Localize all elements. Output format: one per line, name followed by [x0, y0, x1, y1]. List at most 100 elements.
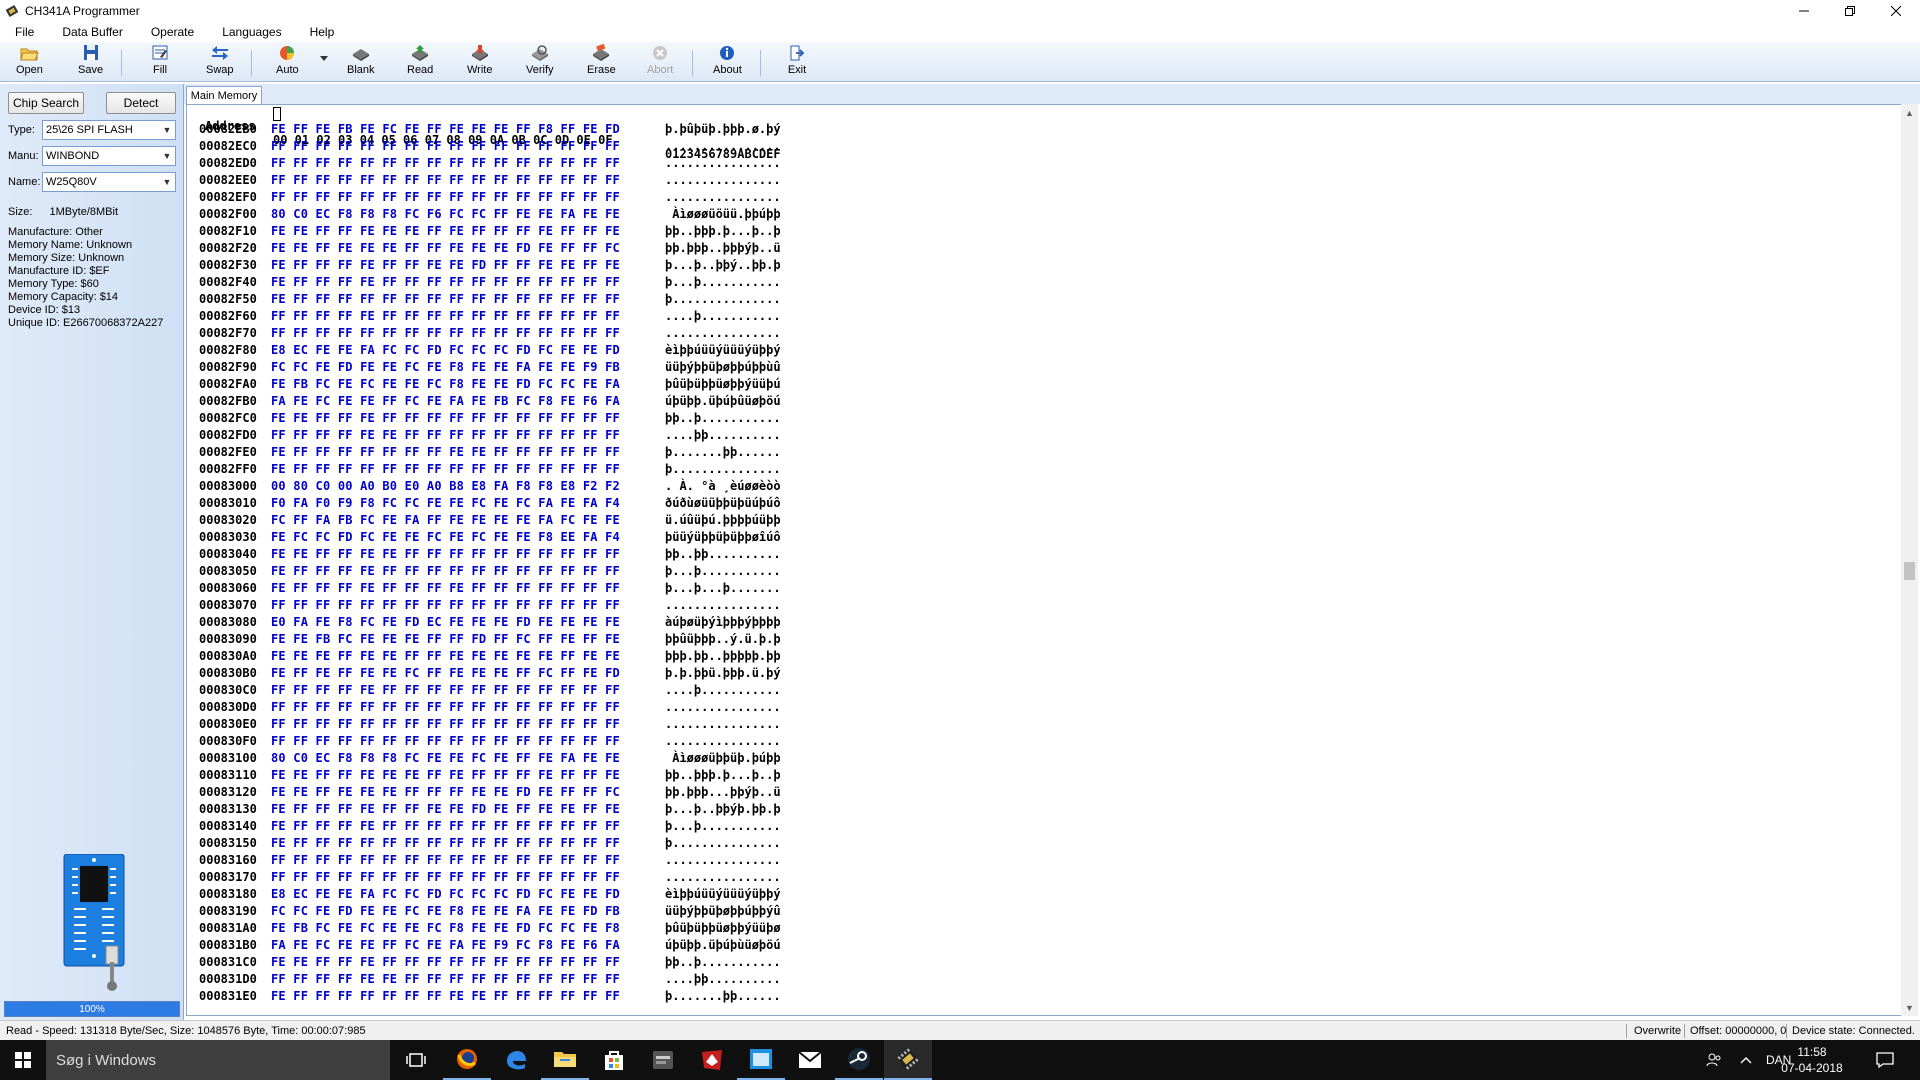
taskbar-file-explorer[interactable] [541, 1040, 589, 1080]
row-ascii[interactable]: þûüþüþþüøþþýüüþø [665, 921, 781, 935]
row-ascii[interactable]: þþ..þþ.......... [665, 547, 781, 561]
restore-button[interactable] [1827, 0, 1873, 22]
row-bytes[interactable]: 00 80 C0 00 A0 B0 E0 A0 B8 E8 FA F8 F8 E… [271, 479, 620, 493]
row-ascii[interactable]: ................ [665, 870, 781, 884]
row-ascii[interactable]: þ............... [665, 836, 781, 850]
menu-help[interactable]: Help [296, 22, 349, 42]
row-bytes[interactable]: FF FF FF FF FF FF FF FF FF FF FF FF FF F… [271, 156, 620, 170]
row-ascii[interactable]: Àìøøøüþþüþ.þúþþ [665, 751, 780, 765]
row-bytes[interactable]: FE FB FC FE FC FE FE FC F8 FE FE FD FC F… [271, 921, 620, 935]
detect-button[interactable]: Detect [106, 92, 176, 114]
row-ascii[interactable]: þ.......þþ...... [665, 445, 781, 459]
row-ascii[interactable]: þþ..þ........... [665, 411, 781, 425]
taskbar-mail[interactable] [786, 1040, 834, 1080]
row-ascii[interactable]: þ.þ.þþü.þþþ.ü.þý [665, 666, 781, 680]
row-ascii[interactable]: ................ [665, 853, 781, 867]
row-bytes[interactable]: FE FF FF FF FE FF FF FF FE FF FF FF FF F… [271, 581, 620, 595]
row-ascii[interactable]: þ.......þþ...... [665, 989, 781, 1003]
open-button[interactable]: Open [16, 44, 43, 80]
action-center-button[interactable] [1876, 1040, 1894, 1080]
row-ascii[interactable]: þûüþüþþüøþþýüüþú [665, 377, 781, 391]
row-ascii[interactable]: þþûüþþþ..ý.ü.þ.þ [665, 632, 781, 646]
row-bytes[interactable]: FF FF FF FF FF FF FF FF FF FF FF FF FF F… [271, 734, 620, 748]
row-bytes[interactable]: FE FF FF FF FE FF FF FE FE FD FE FF FE F… [271, 802, 620, 816]
row-bytes[interactable]: FE FF FF FF FE FF FF FF FF FF FF FF FF F… [271, 564, 620, 578]
row-bytes[interactable]: FC FF FA FB FC FE FA FF FE FE FE FE FA F… [271, 513, 620, 527]
row-bytes[interactable]: FF FF FF FF FF FF FF FF FF FF FF FF FF F… [271, 326, 620, 340]
row-ascii[interactable]: ................ [665, 598, 781, 612]
row-bytes[interactable]: FA FE FC FE FE FF FC FE FA FE F9 FC F8 F… [271, 938, 620, 952]
row-bytes[interactable]: FF FF FF FF FE FF FF FF FF FF FF FF FF F… [271, 309, 620, 323]
row-bytes[interactable]: FE FE FF FF FE FF FF FF FF FF FF FF FF F… [271, 955, 620, 969]
row-bytes[interactable]: E8 EC FE FE FA FC FC FD FC FC FC FD FC F… [271, 887, 620, 901]
row-bytes[interactable]: FE FE FB FC FE FE FE FF FF FD FF FC FF F… [271, 632, 620, 646]
row-bytes[interactable]: FF FF FF FF FE FE FF FF FF FF FF FF FF F… [271, 428, 620, 442]
swap-button[interactable]: Swap [206, 44, 234, 80]
chip-search-button[interactable]: Chip Search [8, 92, 84, 114]
row-bytes[interactable]: FA FE FC FE FE FF FC FE FA FE FB FC F8 F… [271, 394, 620, 408]
row-ascii[interactable]: þ...þ........... [665, 564, 781, 578]
row-ascii[interactable]: ................ [665, 139, 781, 153]
row-bytes[interactable]: FE FE FF FE FE FE FF FF FF FE FE FD FE F… [271, 785, 620, 799]
taskbar-search-box[interactable]: Søg i Windows [46, 1040, 390, 1080]
row-bytes[interactable]: FC FC FE FD FE FE FC FE F8 FE FE FA FE F… [271, 904, 620, 918]
scroll-down-button[interactable]: ▼ [1901, 999, 1918, 1016]
taskbar-app-red[interactable] [688, 1040, 736, 1080]
row-ascii[interactable]: þþ..þþþ.þ...þ..þ [665, 224, 781, 238]
menu-languages[interactable]: Languages [208, 22, 295, 42]
row-ascii[interactable]: þ...þ........... [665, 275, 781, 289]
row-bytes[interactable]: F0 FA F0 F9 F8 FC FC FE FE FC FE FC FA F… [271, 496, 620, 510]
row-bytes[interactable]: FE FF FF FF FE FF FF FF FF FF FF FF FF F… [271, 275, 620, 289]
row-ascii[interactable]: Àìøøøüöüü.þþúþþ [665, 207, 780, 221]
row-bytes[interactable]: FE FF FF FF FE FF FF FE FE FD FF FF FE F… [271, 258, 620, 272]
row-bytes[interactable]: FE FE FE FF FE FE FF FF FE FE FE FE FE F… [271, 649, 620, 663]
hex-editor[interactable]: Address 00 01 02 03 04 05 06 07 08 09 0A… [186, 104, 1904, 1016]
auto-button[interactable]: Auto [276, 44, 299, 80]
row-ascii[interactable]: üüþýþþüþøþþúþþùû [665, 360, 781, 374]
row-bytes[interactable]: FE FF FF FF FE FF FF FF FF FF FF FF FF F… [271, 819, 620, 833]
row-ascii[interactable]: ................ [665, 173, 781, 187]
row-ascii[interactable]: ................ [665, 190, 781, 204]
row-ascii[interactable]: þþ.þþþ..þþþýþ..ü [665, 241, 781, 255]
row-bytes[interactable]: FE FF FE FB FE FC FE FF FE FE FE FF F8 F… [271, 122, 620, 136]
row-bytes[interactable]: FE FE FF FF FE FF FF FF FF FF FF FF FF F… [271, 411, 620, 425]
row-bytes[interactable]: 80 C0 EC F8 F8 F8 FC FE FE FC FE FF FE F… [271, 751, 620, 765]
row-bytes[interactable]: FF FF FF FF FF FF FF FF FF FF FF FF FF F… [271, 598, 620, 612]
menu-file[interactable]: File [0, 22, 48, 42]
row-bytes[interactable]: FF FF FF FF FF FF FF FF FF FF FF FF FF F… [271, 190, 620, 204]
row-bytes[interactable]: 80 C0 EC F8 F8 F8 FC F6 FC FC FF FE FE F… [271, 207, 620, 221]
erase-button[interactable]: Erase [587, 44, 616, 80]
menu-operate[interactable]: Operate [137, 22, 208, 42]
exit-button[interactable]: Exit [787, 44, 807, 80]
taskbar-app-blue-window[interactable] [737, 1040, 785, 1080]
row-ascii[interactable]: ....þþ.......... [665, 428, 781, 442]
row-ascii[interactable]: . À. °à ¸èúøøèòò [665, 479, 781, 493]
row-ascii[interactable]: èìþþúüüýüüüýüþþý [665, 343, 781, 357]
read-button[interactable]: Read [407, 44, 433, 80]
tray-chevron-button[interactable] [1740, 1040, 1752, 1080]
row-bytes[interactable]: E8 EC FE FE FA FC FC FD FC FC FC FD FC F… [271, 343, 620, 357]
row-ascii[interactable]: ....þþ.......... [665, 972, 781, 986]
row-ascii[interactable]: àúþøüþýìþþþýþþþþ [665, 615, 781, 629]
row-bytes[interactable]: FF FF FF FF FF FF FF FF FF FF FF FF FF F… [271, 717, 620, 731]
row-bytes[interactable]: FF FF FF FF FE FE FF FF FF FF FF FF FF F… [271, 972, 620, 986]
row-ascii[interactable]: þ.þûþüþ.þþþ.ø.þý [665, 122, 781, 136]
row-ascii[interactable]: þþ..þþþ.þ...þ..þ [665, 768, 781, 782]
row-bytes[interactable]: FF FF FF FF FF FF FF FF FF FF FF FF FF F… [271, 173, 620, 187]
row-ascii[interactable]: úþüþþ.üþúþûüøþöú [665, 394, 781, 408]
task-view-button[interactable] [392, 1040, 440, 1080]
row-ascii[interactable]: ....þ........... [665, 309, 781, 323]
row-ascii[interactable]: ................ [665, 326, 781, 340]
taskbar-steam[interactable] [835, 1040, 883, 1080]
taskbar-ch341a[interactable] [884, 1040, 932, 1080]
abort-button[interactable]: Abort [647, 44, 673, 80]
people-button[interactable] [1706, 1040, 1722, 1080]
row-ascii[interactable]: úþüþþ.üþúþùüøþöú [665, 938, 781, 952]
row-ascii[interactable]: ü.úûüþú.þþþþúüþþ [665, 513, 781, 527]
row-ascii[interactable]: ................ [665, 156, 781, 170]
row-bytes[interactable]: FF FF FF FF FF FF FF FF FF FF FF FF FF F… [271, 870, 620, 884]
row-bytes[interactable]: FF FF FF FF FF FF FF FF FF FF FF FF FF F… [271, 139, 620, 153]
row-bytes[interactable]: FE FF FF FF FF FF FF FF FF FF FF FF FF F… [271, 292, 620, 306]
row-bytes[interactable]: FC FC FE FD FE FE FC FE F8 FE FE FA FE F… [271, 360, 620, 374]
row-bytes[interactable]: FF FF FF FF FF FF FF FF FF FF FF FF FF F… [271, 700, 620, 714]
